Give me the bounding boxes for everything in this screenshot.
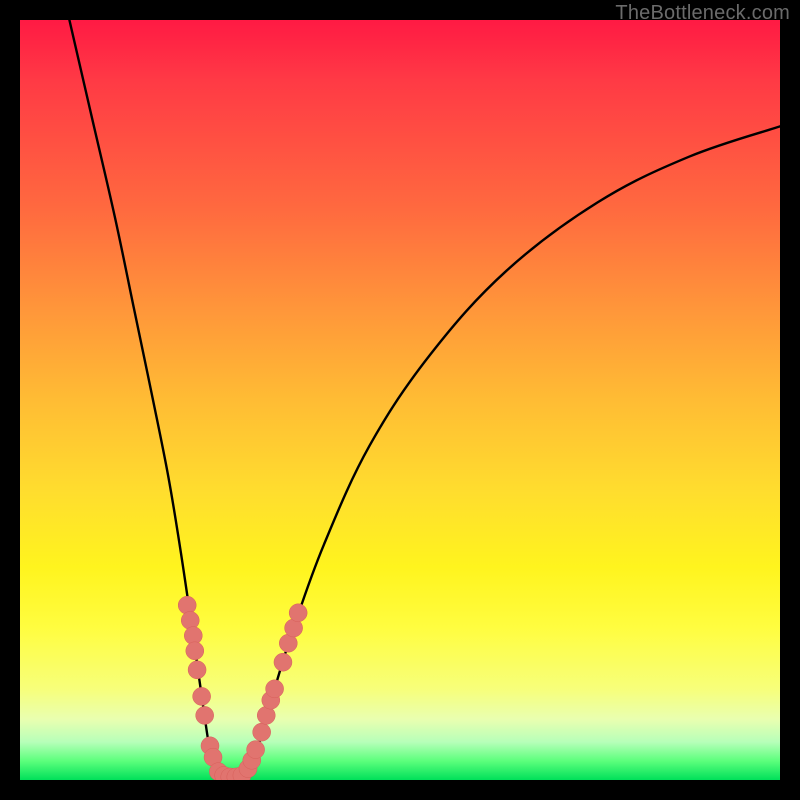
curve-layer bbox=[20, 20, 780, 780]
plot-area bbox=[20, 20, 780, 780]
data-marker bbox=[186, 642, 204, 660]
watermark-text: TheBottleneck.com bbox=[615, 2, 790, 25]
data-marker bbox=[247, 741, 265, 759]
data-marker bbox=[193, 687, 211, 705]
data-marker bbox=[266, 680, 284, 698]
data-marker bbox=[274, 653, 292, 671]
bottleneck-curve-right bbox=[240, 126, 780, 777]
data-marker bbox=[188, 661, 206, 679]
data-marker bbox=[178, 596, 196, 614]
data-marker bbox=[289, 604, 307, 622]
marker-cluster-right bbox=[227, 604, 307, 780]
marker-cluster-left bbox=[178, 596, 239, 780]
data-marker bbox=[181, 611, 199, 629]
data-marker bbox=[196, 706, 214, 724]
data-marker bbox=[253, 723, 271, 741]
